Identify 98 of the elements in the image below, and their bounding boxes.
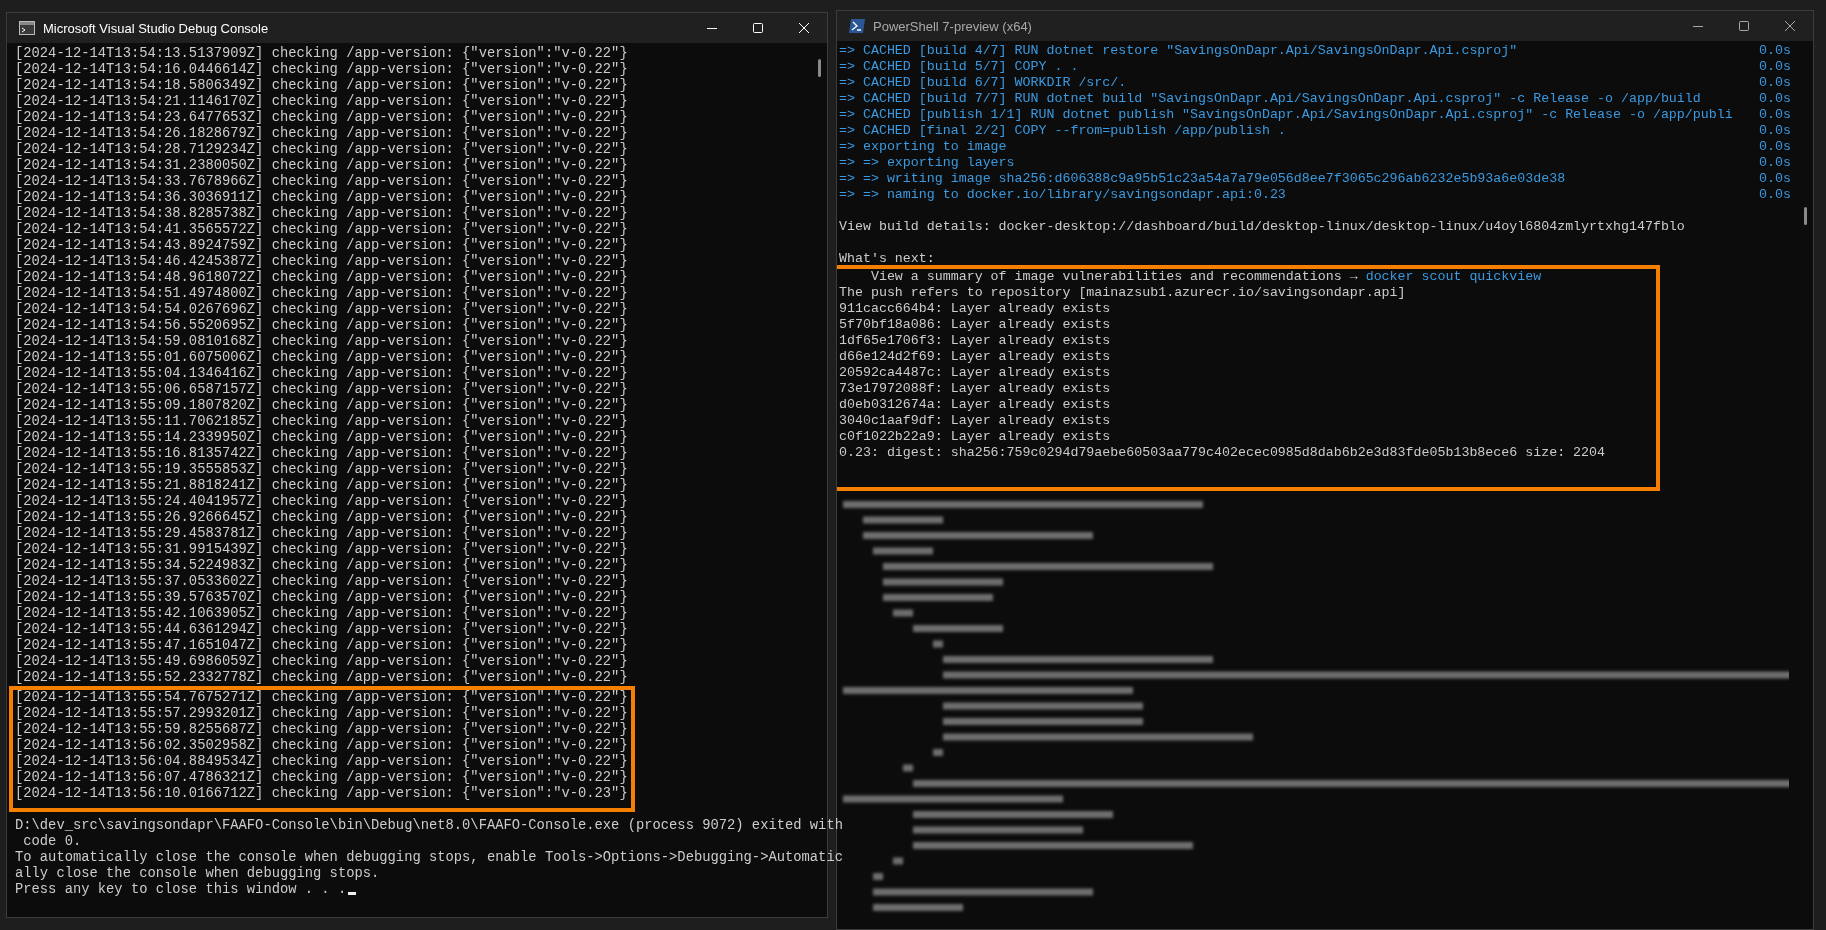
build-step: => CACHED [build 6/7] WORKDIR /src/.: [839, 75, 1127, 91]
log-line: [2024-12-14T13:54:16.0446614Z] checking /app-version: {"version":"v-0.22"}: [15, 62, 628, 78]
step-duration: 0.0s: [1759, 155, 1791, 171]
log-line: [2024-12-14T13:56:04.8849534Z] checking /app-version: {"version":"v-0.22"}: [15, 754, 628, 770]
log-line: [2024-12-14T13:54:46.4245387Z] checking /app-version: {"version":"v-0.22"}: [15, 254, 628, 270]
push-output-line: d66e124d2f69: Layer already exists: [839, 349, 1111, 365]
log-line: [2024-12-14T13:54:48.9618072Z] checking /app-version: {"version":"v-0.22"}: [15, 270, 628, 286]
push-output-line: 20592ca4487c: Layer already exists: [839, 365, 1111, 381]
step-duration: 0.0s: [1759, 75, 1791, 91]
build-step: => exporting to image: [839, 139, 1007, 155]
step-duration: 0.0s: [1759, 107, 1791, 123]
log-line: [2024-12-14T13:55:04.1346416Z] checking /app-version: {"version":"v-0.22"}: [15, 366, 628, 382]
log-line: [2024-12-14T13:55:19.3555853Z] checking /app-version: {"version":"v-0.22"}: [15, 462, 628, 478]
build-step: => => exporting layers: [839, 155, 1015, 171]
push-output-line: 0.23: digest: sha256:759c0294d79aebe60503aa779c402ecec0985d8dab6b2e3d83fde05b13b8ece6 size: 2204: [839, 445, 1606, 461]
log-line: [2024-12-14T13:56:10.0166712Z] checking /app-version: {"version":"v-0.23"}: [15, 786, 628, 802]
log-line: [2024-12-14T13:55:59.8255687Z] checking /app-version: {"version":"v-0.22"}: [15, 722, 628, 738]
log-line: [2024-12-14T13:55:54.7675271Z] checking /app-version: {"version":"v-0.22"}: [15, 690, 628, 706]
log-line: [2024-12-14T13:54:18.5806349Z] checking /app-version: {"version":"v-0.22"}: [15, 78, 628, 94]
push-output-line: 73e17972088f: Layer already exists: [839, 381, 1111, 397]
build-step: => CACHED [build 4/7] RUN dotnet restore "SavingsOnDapr.Api/SavingsOnDapr.Api.csproj": [839, 43, 1518, 59]
log-line: [2024-12-14T13:55:16.8135742Z] checking /app-version: {"version":"v-0.22"}: [15, 446, 628, 462]
build-step: => => writing image sha256:d606388c9a95b51c23a54a7a79e056d8ee7f3065c296ab6232e5b93a6e03de38: [839, 171, 1566, 187]
close-icon: [799, 23, 809, 33]
push-output-line: 1df65e1706f3: Layer already exists: [839, 333, 1111, 349]
log-line: [2024-12-14T13:55:39.5763570Z] checking /app-version: {"version":"v-0.22"}: [15, 590, 628, 606]
log-line: [2024-12-14T13:54:31.2380050Z] checking /app-version: {"version":"v-0.22"}: [15, 158, 628, 174]
step-duration: 0.0s: [1759, 187, 1791, 203]
log-line: [2024-12-14T13:54:13.5137909Z] checking /app-version: {"version":"v-0.22"}: [15, 46, 628, 62]
push-output-line: 5f70bf18a086: Layer already exists: [839, 317, 1111, 333]
step-duration: 0.0s: [1759, 123, 1791, 139]
log-line: [2024-12-14T13:55:21.8818241Z] checking /app-version: {"version":"v-0.22"}: [15, 478, 628, 494]
push-output-line: d0eb0312674a: Layer already exists: [839, 397, 1111, 413]
log-line: [2024-12-14T13:56:07.4786321Z] checking /app-version: {"version":"v-0.22"}: [15, 770, 628, 786]
output-line: ally close the console when debugging stops.: [15, 866, 380, 882]
window-title: Microsoft Visual Studio Debug Console: [42, 20, 270, 36]
summary-text: View a summary of image vulnerabilities and recommendations →: [869, 269, 1359, 284]
build-details-line: View build details: docker-desktop://dashboard/build/desktop-linux/desktop-linux/u4oyl6804zmlyrtxhg147fblo: [839, 219, 1685, 235]
build-step: => CACHED [final 2/2] COPY --from=publish /app/publish .: [839, 123, 1286, 139]
log-line: [2024-12-14T13:55:31.9915439Z] checking /app-version: {"version":"v-0.22"}: [15, 542, 628, 558]
close-icon: [1785, 21, 1795, 31]
log-line: [2024-12-14T13:54:43.8924759Z] checking /app-version: {"version":"v-0.22"}: [15, 238, 628, 254]
log-line: [2024-12-14T13:55:11.7062185Z] checking /app-version: {"version":"v-0.22"}: [15, 414, 628, 430]
log-line: [2024-12-14T13:54:54.0267696Z] checking /app-version: {"version":"v-0.22"}: [15, 302, 628, 318]
maximize-icon: [1739, 21, 1749, 31]
section-heading: What's next:: [839, 251, 935, 267]
push-output-line: 911cacc664b4: Layer already exists: [839, 301, 1111, 317]
output-line: D:\dev_src\savingsondapr\FAAFO-Console\bin\Debug\net8.0\FAAFO-Console.exe (process 9072) exited with: [15, 818, 843, 834]
log-line: [2024-12-14T13:54:21.1146170Z] checking /app-version: {"version":"v-0.22"}: [15, 94, 628, 110]
quickview-link[interactable]: docker scout quickview: [1365, 269, 1542, 284]
scrollbar[interactable]: [1804, 207, 1807, 225]
log-line: [2024-12-14T13:54:38.8285738Z] checking /app-version: {"version":"v-0.22"}: [15, 206, 628, 222]
push-output-line: The push refers to repository [mainazsub1.azurecr.io/savingsondapr.api]: [839, 285, 1406, 301]
log-line: [2024-12-14T13:54:59.0810168Z] checking /app-version: {"version":"v-0.22"}: [15, 334, 628, 350]
maximize-icon: [753, 23, 763, 33]
push-output-line: c0f1022b22a9: Layer already exists: [839, 429, 1111, 445]
output-line: Press any key to close this window . . .: [15, 882, 357, 898]
log-line: [2024-12-14T13:55:52.2332778Z] checking /app-version: {"version":"v-0.22"}: [15, 670, 628, 686]
build-step: => CACHED [build 7/7] RUN dotnet build "SavingsOnDapr.Api/SavingsOnDapr.Api.csproj" -c Release -o /app/build: [839, 91, 1701, 107]
step-duration: 0.0s: [1759, 91, 1791, 107]
log-line: [2024-12-14T13:54:51.4974800Z] checking /app-version: {"version":"v-0.22"}: [15, 286, 628, 302]
log-line: [2024-12-14T13:55:42.1063905Z] checking /app-version: {"version":"v-0.22"}: [15, 606, 628, 622]
log-line: [2024-12-14T13:55:09.1807820Z] checking /app-version: {"version":"v-0.22"}: [15, 398, 628, 414]
log-line: [2024-12-14T13:54:36.3036911Z] checking /app-version: {"version":"v-0.22"}: [15, 190, 628, 206]
log-line: [2024-12-14T13:55:26.9266645Z] checking /app-version: {"version":"v-0.22"}: [15, 510, 628, 526]
log-line: [2024-12-14T13:55:47.1651047Z] checking /app-version: {"version":"v-0.22"}: [15, 638, 628, 654]
log-line: [2024-12-14T13:54:26.1828679Z] checking /app-version: {"version":"v-0.22"}: [15, 126, 628, 142]
step-duration: 0.0s: [1759, 171, 1791, 187]
push-output-line: 3040c1aaf9df: Layer already exists: [839, 413, 1111, 429]
scrollbar[interactable]: [818, 59, 821, 77]
build-step: => => naming to docker.io/library/savingsondapr.api:0.23: [839, 187, 1286, 203]
log-line: [2024-12-14T13:55:01.6075006Z] checking /app-version: {"version":"v-0.22"}: [15, 350, 628, 366]
output-line: To automatically close the console when debugging stops, enable Tools->Options->Debugging->Automatic: [15, 850, 843, 866]
output-line: code 0.: [22, 834, 82, 850]
log-line: [2024-12-14T13:54:23.6477653Z] checking /app-version: {"version":"v-0.22"}: [15, 110, 628, 126]
log-line: [2024-12-14T13:55:34.5224983Z] checking /app-version: {"version":"v-0.22"}: [15, 558, 628, 574]
log-line: [2024-12-14T13:54:28.7129234Z] checking /app-version: {"version":"v-0.22"}: [15, 142, 628, 158]
log-line: [2024-12-14T13:54:41.3565572Z] checking /app-version: {"version":"v-0.22"}: [15, 222, 628, 238]
log-line: [2024-12-14T13:56:02.3502958Z] checking /app-version: {"version":"v-0.22"}: [15, 738, 628, 754]
text-cursor: [348, 892, 357, 895]
log-line: [2024-12-14T13:55:06.6587157Z] checking /app-version: {"version":"v-0.22"}: [15, 382, 628, 398]
log-line: [2024-12-14T13:54:56.5520695Z] checking /app-version: {"version":"v-0.22"}: [15, 318, 628, 334]
window-title: PowerShell 7-preview (x64): [872, 18, 1033, 34]
step-duration: 0.0s: [1759, 139, 1791, 155]
step-duration: 0.0s: [1759, 59, 1791, 75]
console-icon: [19, 21, 35, 35]
log-line: [2024-12-14T13:55:49.6986059Z] checking /app-version: {"version":"v-0.22"}: [15, 654, 628, 670]
log-line: [2024-12-14T13:54:33.7678966Z] checking /app-version: {"version":"v-0.22"}: [15, 174, 628, 190]
log-line: [2024-12-14T13:55:57.2993201Z] checking /app-version: {"version":"v-0.22"}: [15, 706, 628, 722]
build-step: => CACHED [publish 1/1] RUN dotnet publish "SavingsOnDapr.Api/SavingsOnDapr.Api.csproj" -c Release -o /app/publi: [839, 107, 1733, 123]
log-line: [2024-12-14T13:55:29.4583781Z] checking /app-version: {"version":"v-0.22"}: [15, 526, 628, 542]
log-line: [2024-12-14T13:55:14.2339950Z] checking /app-version: {"version":"v-0.22"}: [15, 430, 628, 446]
log-line: [2024-12-14T13:55:44.6361294Z] checking /app-version: {"version":"v-0.22"}: [15, 622, 628, 638]
log-line: [2024-12-14T13:55:24.4041957Z] checking /app-version: {"version":"v-0.22"}: [15, 494, 628, 510]
build-step: => CACHED [build 5/7] COPY . .: [839, 59, 1079, 75]
step-duration: 0.0s: [1759, 43, 1791, 59]
prompt-icon: [849, 19, 865, 33]
log-line: [2024-12-14T13:55:37.0533602Z] checking /app-version: {"version":"v-0.22"}: [15, 574, 628, 590]
